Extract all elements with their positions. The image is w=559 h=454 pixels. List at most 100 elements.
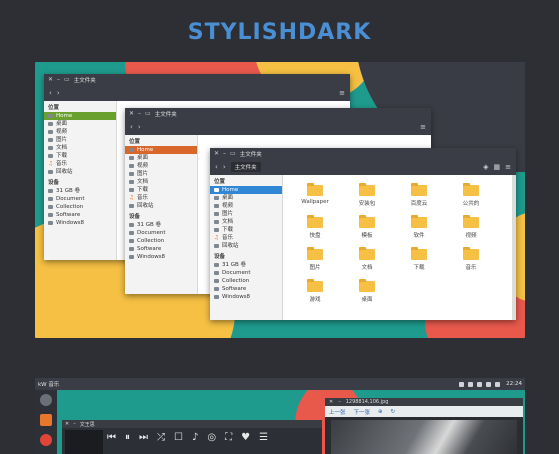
device-item[interactable]: Document bbox=[125, 229, 197, 237]
folder-icon[interactable] bbox=[359, 247, 375, 260]
folder-icon[interactable] bbox=[307, 215, 323, 228]
files-icon[interactable] bbox=[40, 414, 52, 426]
close-icon[interactable]: ✕ bbox=[48, 76, 53, 83]
window-titlebar[interactable]: ✕ – ▭ 主文件夹 bbox=[125, 108, 431, 119]
next-icon[interactable]: ⏭ bbox=[139, 432, 148, 443]
folder-icon[interactable] bbox=[307, 183, 323, 196]
sidebar-item-documents[interactable]: 文档 bbox=[125, 178, 197, 186]
file-manager-window-front[interactable]: ✕ – ▭ 主文件夹 ‹ › 主文件夹 ◈ ▦ ≡ 位置 Home 桌面 视频 … bbox=[210, 148, 516, 320]
note-icon[interactable]: ♪ bbox=[192, 432, 198, 443]
sidebar-item-documents[interactable]: 文档 bbox=[44, 144, 116, 152]
back-icon[interactable]: ‹ bbox=[130, 123, 133, 131]
sidebar-item-music[interactable]: ♫ 音乐 bbox=[44, 160, 116, 168]
device-item[interactable]: Software bbox=[44, 211, 116, 219]
device-item[interactable]: Software bbox=[210, 285, 282, 293]
folder-icon[interactable] bbox=[359, 183, 375, 196]
device-item[interactable]: Windows8 bbox=[44, 219, 116, 227]
sidebar-item-music[interactable]: ♫ 音乐 bbox=[125, 194, 197, 202]
folder-icon[interactable] bbox=[463, 183, 479, 196]
sidebar-item-desktop[interactable]: 桌面 bbox=[44, 120, 116, 128]
zoom-icon[interactable]: ⊕ bbox=[378, 409, 383, 415]
view-toggle-icon[interactable]: ◈ bbox=[483, 163, 488, 171]
folder-icon[interactable] bbox=[463, 215, 479, 228]
minimize-icon[interactable]: – bbox=[338, 399, 341, 405]
folder-icon[interactable] bbox=[359, 215, 375, 228]
notification-icon[interactable] bbox=[495, 381, 501, 387]
prev-icon[interactable]: ⏮ bbox=[107, 432, 116, 443]
device-item[interactable]: Document bbox=[210, 269, 282, 277]
device-item[interactable]: Collection bbox=[44, 203, 116, 211]
device-item[interactable]: 31 GB 卷 bbox=[44, 187, 116, 195]
menu-icon[interactable]: ≡ bbox=[505, 163, 511, 171]
device-item[interactable]: Collection bbox=[210, 277, 282, 285]
folder-icon[interactable] bbox=[411, 247, 427, 260]
window-titlebar[interactable]: ✕ – ▭ 主文件夹 bbox=[210, 148, 516, 159]
sidebar-item-pictures[interactable]: 图片 bbox=[125, 170, 197, 178]
next-image-button[interactable]: 下一张 bbox=[354, 408, 371, 416]
minimize-icon[interactable]: – bbox=[57, 76, 60, 83]
device-item[interactable]: Document bbox=[44, 195, 116, 203]
sidebar-item-trash[interactable]: 回收站 bbox=[210, 242, 282, 250]
sidebar-item-home[interactable]: Home bbox=[125, 146, 197, 154]
forward-icon[interactable]: › bbox=[138, 123, 141, 131]
back-icon[interactable]: ‹ bbox=[215, 163, 218, 171]
pause-icon[interactable]: ⏸ bbox=[125, 432, 130, 443]
sidebar-item-downloads[interactable]: 下载 bbox=[125, 186, 197, 194]
sidebar-item-videos[interactable]: 视频 bbox=[125, 162, 197, 170]
sidebar-item-videos[interactable]: 视频 bbox=[44, 128, 116, 136]
path-bar[interactable]: 主文件夹 bbox=[230, 162, 261, 172]
shuffle-icon[interactable]: ⤮ bbox=[157, 432, 165, 443]
music-player[interactable]: ✕ – 文王思 ⏮ ⏸ ⏭ ⤮ ☐ ♪ ◎ ⛶ ♥ ☰ bbox=[62, 420, 322, 454]
prev-image-button[interactable]: 上一张 bbox=[329, 408, 346, 416]
close-icon[interactable]: ✕ bbox=[129, 110, 134, 117]
grid-view-icon[interactable]: ▦ bbox=[494, 163, 501, 171]
sidebar-item-downloads[interactable]: 下载 bbox=[44, 152, 116, 160]
sidebar-item-pictures[interactable]: 图片 bbox=[44, 136, 116, 144]
window-titlebar[interactable]: ✕ – ▭ 主文件夹 bbox=[44, 74, 350, 85]
back-icon[interactable]: ‹ bbox=[49, 89, 52, 97]
playlist-icon[interactable]: ☐ bbox=[174, 432, 183, 443]
device-item[interactable]: 31 GB 卷 bbox=[125, 221, 197, 229]
sidebar-item-desktop[interactable]: 桌面 bbox=[210, 194, 282, 202]
maximize-icon[interactable]: ▭ bbox=[230, 150, 236, 157]
heart-icon[interactable]: ♥ bbox=[241, 432, 250, 443]
close-icon[interactable]: ✕ bbox=[65, 421, 69, 427]
sidebar-item-pictures[interactable]: 图片 bbox=[210, 210, 282, 218]
list-icon[interactable]: ☰ bbox=[259, 432, 268, 443]
sidebar-item-home[interactable]: Home bbox=[210, 186, 282, 194]
fullscreen-icon[interactable]: ⛶ bbox=[225, 432, 232, 443]
minimize-icon[interactable]: – bbox=[73, 421, 76, 427]
sidebar-item-music[interactable]: ♫ 音乐 bbox=[210, 234, 282, 242]
forward-icon[interactable]: › bbox=[223, 163, 226, 171]
active-app-name[interactable]: kW 音乐 bbox=[38, 380, 59, 388]
device-item[interactable]: Collection bbox=[125, 237, 197, 245]
browser-icon[interactable] bbox=[40, 434, 52, 446]
sidebar-item-downloads[interactable]: 下载 bbox=[210, 226, 282, 234]
image-viewer[interactable]: ✕ – 1298814,106.jpg 上一张 下一张 ⊕ ↻ bbox=[325, 398, 523, 454]
sidebar-item-desktop[interactable]: 桌面 bbox=[125, 154, 197, 162]
minimize-icon[interactable]: – bbox=[138, 110, 141, 117]
forward-icon[interactable]: › bbox=[57, 89, 60, 97]
sidebar-item-videos[interactable]: 视频 bbox=[210, 202, 282, 210]
folder-icon[interactable] bbox=[359, 279, 375, 292]
player-titlebar[interactable]: ✕ – 文王思 bbox=[62, 420, 322, 428]
launcher-icon[interactable] bbox=[40, 394, 52, 406]
menu-icon[interactable]: ≡ bbox=[420, 123, 426, 131]
folder-icon[interactable] bbox=[463, 247, 479, 260]
folder-icon[interactable] bbox=[307, 279, 323, 292]
clock[interactable]: 22:24 bbox=[506, 381, 522, 387]
tray-icon[interactable] bbox=[459, 381, 465, 387]
sidebar-item-trash[interactable]: 回收站 bbox=[125, 202, 197, 210]
rotate-icon[interactable]: ↻ bbox=[391, 409, 396, 415]
scrollbar[interactable] bbox=[512, 175, 516, 320]
sidebar-item-documents[interactable]: 文档 bbox=[210, 218, 282, 226]
device-item[interactable]: Windows8 bbox=[125, 253, 197, 261]
folder-icon[interactable] bbox=[307, 247, 323, 260]
maximize-icon[interactable]: ▭ bbox=[64, 76, 70, 83]
close-icon[interactable]: ✕ bbox=[214, 150, 219, 157]
viewer-titlebar[interactable]: ✕ – 1298814,106.jpg bbox=[325, 398, 523, 406]
device-item[interactable]: 31 GB 卷 bbox=[210, 261, 282, 269]
volume-icon[interactable] bbox=[486, 381, 492, 387]
menu-icon[interactable]: ≡ bbox=[339, 89, 345, 97]
minimize-icon[interactable]: – bbox=[223, 150, 226, 157]
